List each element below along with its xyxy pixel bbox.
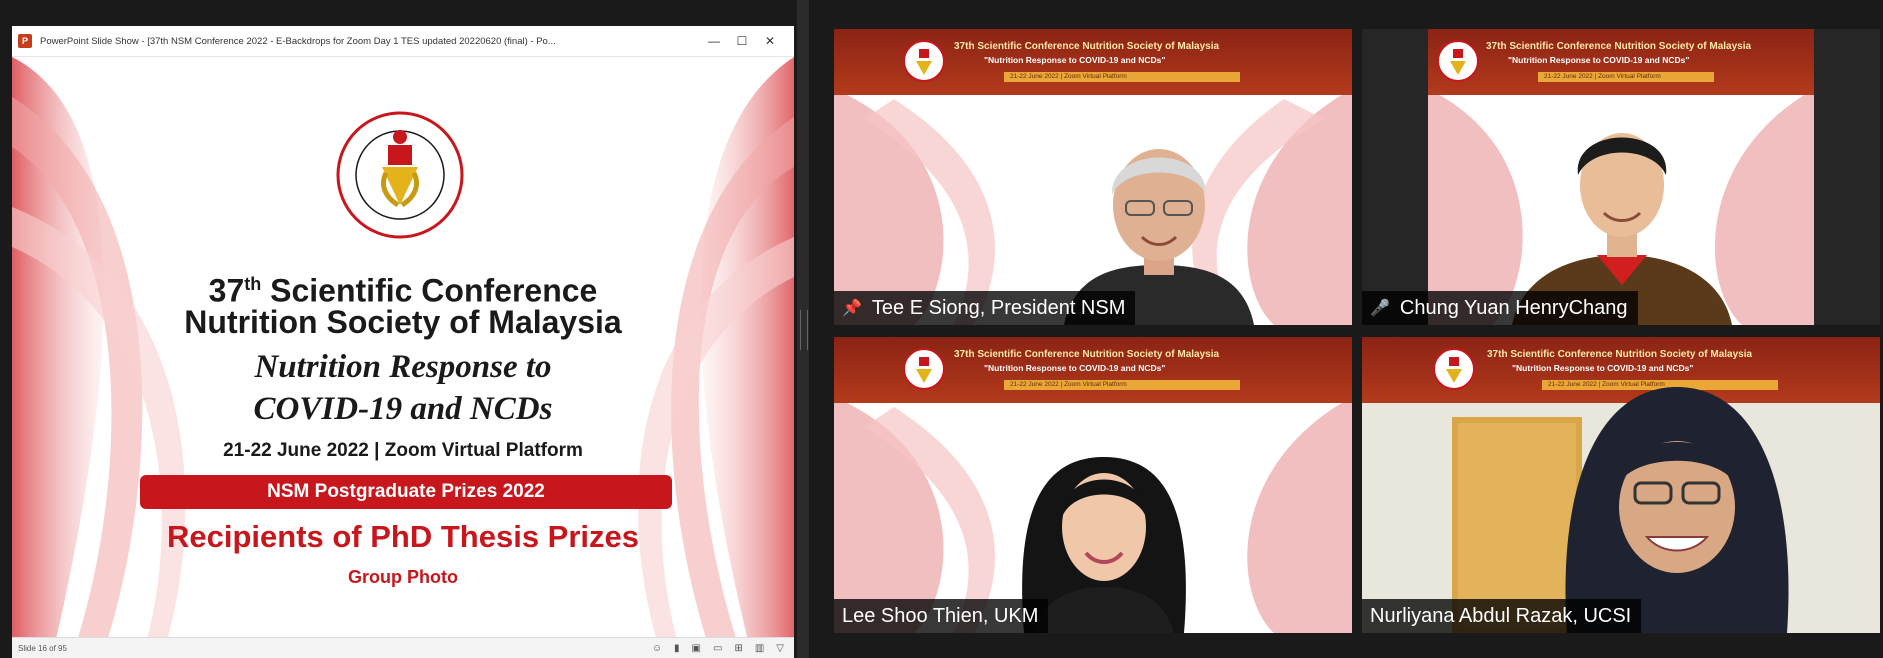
- banner-title: 37th Scientific Conference Nutrition Soc…: [1486, 41, 1752, 52]
- participant-name-tag: 📌 Tee E Siong, President NSM: [834, 291, 1136, 325]
- participant-tile[interactable]: 37th Scientific Conference Nutrition Soc…: [1362, 337, 1880, 633]
- pin-icon: 📌: [842, 300, 862, 317]
- conference-banner: 37th Scientific Conference Nutrition Soc…: [834, 337, 1352, 403]
- participant-name-tag: 🎤 Chung Yuan HenryChang: [1362, 291, 1638, 325]
- participant-video: [1565, 387, 1789, 633]
- participant-tile[interactable]: 37th Scientific Conference Nutrition Soc…: [1362, 29, 1880, 325]
- slide-date-platform: 21-22 June 2022 | Zoom Virtual Platform: [223, 440, 583, 461]
- slide-theme-line-2: COVID-19 and NCDs: [253, 391, 553, 427]
- powerpoint-window: P PowerPoint Slide Show - [37th NSM Conf…: [12, 26, 794, 658]
- participant-name: Tee E Siong, President NSM: [871, 296, 1126, 319]
- nsm-logo-icon: [903, 40, 945, 82]
- reading-view-icon[interactable]: ▥: [755, 643, 764, 654]
- nsm-logo-seal: [336, 111, 464, 239]
- normal-view-icon[interactable]: ▭: [713, 643, 722, 654]
- pane-splitter[interactable]: [797, 0, 809, 658]
- slide-counter: Slide 16 of 95: [18, 644, 67, 653]
- participant-name-tag: Nurliyana Abdul Razak, UCSI: [1362, 599, 1642, 633]
- nsm-logo-icon: [1437, 40, 1479, 82]
- comments-icon[interactable]: ▣: [692, 643, 701, 654]
- participant-name: Nurliyana Abdul Razak, UCSI: [1370, 604, 1632, 627]
- banner-subtitle: "Nutrition Response to COVID-19 and NCDs…: [984, 55, 1166, 65]
- accessibility-icon[interactable]: ☺: [652, 643, 662, 654]
- slide-sorter-icon[interactable]: ⊞: [734, 643, 742, 654]
- banner-date: 21-22 June 2022 | Zoom Virtual Platform: [1004, 72, 1240, 82]
- banner-title: 37th Scientific Conference Nutrition Soc…: [954, 41, 1220, 52]
- slide-recipients-heading: Recipients of PhD Thesis Prizes: [166, 519, 640, 554]
- participant-name-tag: Lee Shoo Thien, UKM: [834, 599, 1049, 633]
- banner-title: 37th Scientific Conference Nutrition Soc…: [1487, 349, 1753, 360]
- slide-society-name: Nutrition Society of Malaysia: [184, 304, 622, 340]
- participant-name: Chung Yuan HenryChang: [1399, 296, 1628, 319]
- maximize-button[interactable]: ☐: [728, 26, 756, 56]
- view-buttons: ☺ ▮ ▣ ▭ ⊞ ▥ ▽: [652, 643, 784, 654]
- banner-subtitle: "Nutrition Response to COVID-19 and NCDs…: [984, 363, 1166, 373]
- slide-prize-banner: NSM Postgraduate Prizes 2022: [140, 475, 672, 509]
- conference-banner: 37th Scientific Conference Nutrition Soc…: [1428, 29, 1814, 95]
- banner-date: 21-22 June 2022 | Zoom Virtual Platform: [1538, 72, 1714, 82]
- mic-muted-icon: 🎤: [1370, 300, 1390, 317]
- participant-tile[interactable]: 37th Scientific Conference Nutrition Soc…: [834, 337, 1352, 633]
- banner-subtitle: "Nutrition Response to COVID-19 and NCDs…: [1508, 55, 1690, 65]
- participant-tile[interactable]: 37th Scientific Conference Nutrition Soc…: [834, 29, 1352, 325]
- slide-theme-line-1: Nutrition Response to: [254, 349, 552, 385]
- window-titlebar[interactable]: P PowerPoint Slide Show - [37th NSM Conf…: [12, 26, 794, 57]
- slideshow-status-bar: Slide 16 of 95 ☺ ▮ ▣ ▭ ⊞ ▥ ▽: [12, 637, 794, 658]
- nsm-logo-icon: [903, 348, 945, 390]
- slide-group-photo-label: Group Photo: [348, 567, 458, 587]
- conference-banner: 37th Scientific Conference Nutrition Soc…: [834, 29, 1352, 95]
- banner-date: 21-22 June 2022 | Zoom Virtual Platform: [1004, 380, 1240, 390]
- participant-name: Lee Shoo Thien, UKM: [842, 604, 1039, 627]
- minimize-button[interactable]: —: [700, 26, 728, 56]
- slide-canvas[interactable]: 37th Scientific Conference Nutrition Soc…: [12, 57, 794, 657]
- powerpoint-app-icon: P: [18, 34, 32, 48]
- nsm-logo-icon: [1433, 348, 1475, 390]
- notes-icon[interactable]: ▮: [674, 643, 680, 654]
- banner-title: 37th Scientific Conference Nutrition Soc…: [954, 349, 1220, 360]
- splitter-grip-icon[interactable]: [800, 310, 808, 350]
- slideshow-view-icon[interactable]: ▽: [776, 643, 784, 654]
- window-title: PowerPoint Slide Show - [37th NSM Confer…: [40, 35, 556, 47]
- close-button[interactable]: ✕: [756, 26, 784, 56]
